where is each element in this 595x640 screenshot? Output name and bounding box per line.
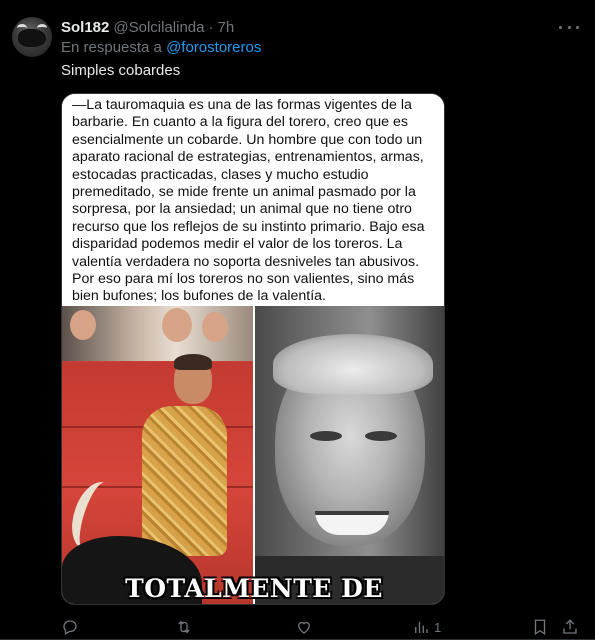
torero-suit <box>142 406 227 556</box>
meme-caption: TOTALMENTE DE <box>125 574 383 603</box>
reply-prefix: En respuesta a <box>61 39 162 56</box>
share-icon <box>563 619 577 634</box>
spectator-face <box>70 310 96 340</box>
action-bar: 1 <box>61 616 581 638</box>
views-button[interactable]: 1 <box>412 616 441 638</box>
heart-icon <box>298 621 310 634</box>
display-name[interactable]: Sol182 <box>61 19 109 36</box>
bookmark-button[interactable] <box>531 616 549 638</box>
tweet-media[interactable]: —La tauromaquia es una de las formas vig… <box>61 93 445 605</box>
spectator-face <box>162 308 192 342</box>
user-handle[interactable]: @Solcilalinda <box>113 19 204 36</box>
bookmark-icon <box>534 619 546 636</box>
tweet-text: Simples cobardes <box>61 62 181 79</box>
reply-button[interactable] <box>61 616 79 638</box>
tweet[interactable]: Sol182 @Solcilalinda · 7h En respuesta a… <box>0 0 595 640</box>
separator-dot: · <box>208 18 214 36</box>
portrait-hair <box>273 334 433 394</box>
tweet-header: Sol182 @Solcilalinda · 7h <box>61 17 234 37</box>
views-count: 1 <box>434 619 442 635</box>
quote-image-text-panel: —La tauromaquia es una de las formas vig… <box>62 94 444 305</box>
views-chart-icon <box>415 621 428 633</box>
share-button[interactable] <box>561 616 579 638</box>
portrait-eye <box>310 431 342 441</box>
like-button[interactable] <box>295 616 313 638</box>
portrait-photo <box>255 306 444 604</box>
reply-mention-link[interactable]: @forostoreros <box>166 39 261 56</box>
timestamp[interactable]: 7h <box>217 19 234 36</box>
reply-context: En respuesta a @forostoreros <box>61 39 261 56</box>
torero-hair <box>174 354 212 370</box>
reply-icon <box>63 620 77 635</box>
retweet-icon <box>178 620 190 634</box>
bullfighter-photo <box>62 306 253 604</box>
avatar-bull-image <box>18 29 46 47</box>
quote-text: —La tauromaquia es una de las formas vig… <box>72 97 425 305</box>
spectator-face <box>202 312 228 342</box>
avatar[interactable] <box>12 17 52 57</box>
more-options-icon[interactable] <box>559 18 579 36</box>
retweet-button[interactable] <box>175 616 193 638</box>
portrait-eye <box>365 431 397 441</box>
